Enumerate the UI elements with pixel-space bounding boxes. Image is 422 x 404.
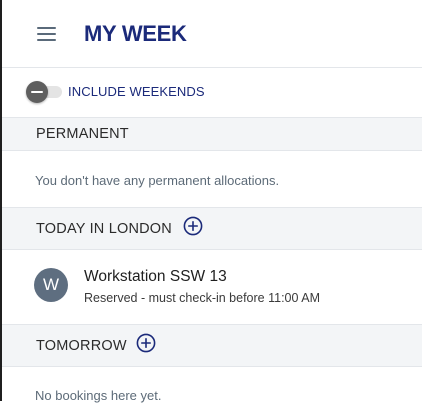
permanent-empty-message: You don't have any permanent allocations… [35,173,280,188]
section-header-today: TODAY IN LONDON [2,207,422,250]
weekend-toggle-row: INCLUDE WEEKENDS [2,68,422,117]
section-header-tomorrow: TOMORROW [2,324,422,367]
hamburger-menu-icon [37,27,56,41]
page-title: MY WEEK [84,21,187,46]
add-booking-today-button[interactable] [183,216,203,236]
add-booking-tomorrow-button[interactable] [136,333,156,353]
section-header-permanent: PERMANENT [2,117,422,151]
plus-circle-icon [183,216,203,236]
booking-list-item[interactable]: W Workstation SSW 13 Reserved - must che… [2,250,422,324]
workstation-avatar: W [34,268,68,302]
tomorrow-empty-message: No bookings here yet. [35,388,162,403]
menu-button[interactable] [36,25,58,43]
app-container: MY WEEK INCLUDE WEEKENDS PERMANENT You d… [2,0,422,403]
section-title-tomorrow: TOMORROW [36,338,127,354]
section-title-permanent: PERMANENT [36,126,129,142]
plus-circle-icon [136,333,156,353]
booking-status: Reserved - must check-in before 11:00 AM [84,291,320,305]
app-header: MY WEEK [2,0,422,68]
section-title-today: TODAY IN LONDON [36,221,172,237]
toggle-knob [26,81,48,103]
include-weekends-toggle[interactable] [26,81,64,103]
booking-title: Workstation SSW 13 [84,268,227,285]
include-weekends-label[interactable]: INCLUDE WEEKENDS [68,84,205,100]
